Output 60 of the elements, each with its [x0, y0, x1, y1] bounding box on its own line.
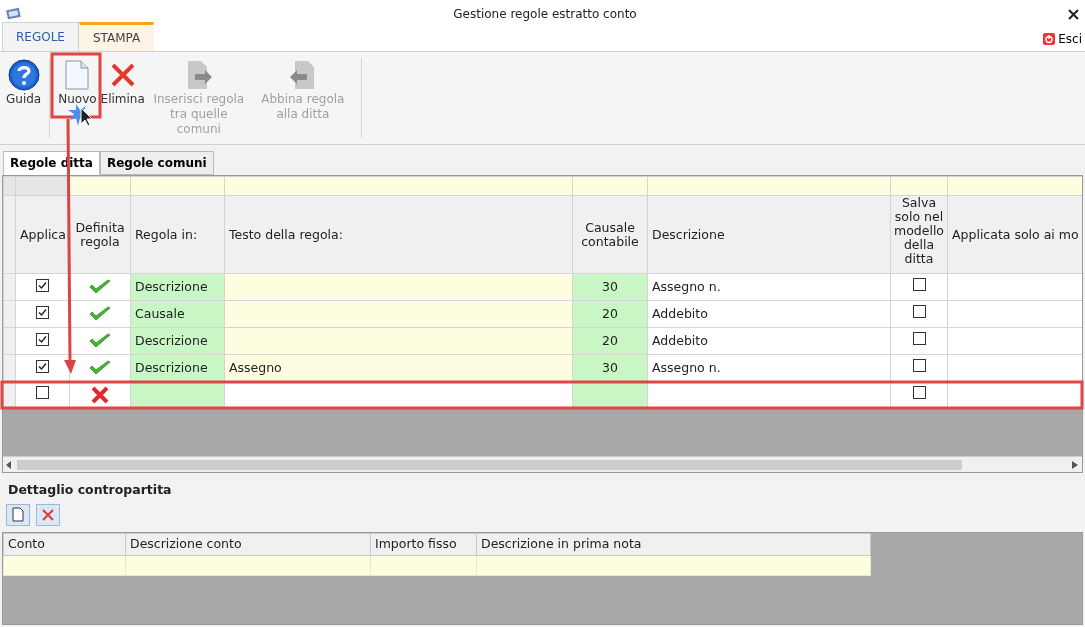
highlight-box [50, 52, 102, 119]
exit-icon [1043, 33, 1056, 45]
column-header[interactable]: Regola in: [130, 195, 225, 274]
column-header[interactable]: Descrizione [647, 195, 891, 274]
checkbox[interactable] [36, 305, 49, 319]
help-button[interactable]: Guida [4, 58, 44, 138]
cursor-icon [68, 104, 93, 127]
table-cell: 30 [572, 354, 648, 382]
table-cell: Descrizione [130, 273, 225, 301]
table-cell: 30 [572, 273, 648, 301]
checkbox[interactable] [36, 359, 49, 373]
document-arrow-icon [288, 60, 317, 90]
column-header[interactable]: Conto [3, 533, 126, 555]
column-header[interactable]: Importo fisso [370, 533, 477, 555]
checkbox[interactable] [36, 385, 49, 399]
scroll-right-icon[interactable] [1072, 461, 1078, 469]
checkbox[interactable] [36, 278, 49, 292]
column-header[interactable]: Testo della regola: [224, 195, 573, 274]
document-icon [65, 60, 90, 90]
new-button[interactable]: Nuovo [56, 58, 99, 138]
checkbox[interactable] [912, 331, 926, 345]
ribbon-tab[interactable]: REGOLE [2, 22, 79, 51]
window-title: Gestione regole estratto conto [453, 6, 637, 23]
table-cell: Addebito [647, 327, 891, 355]
checkbox[interactable] [912, 385, 926, 399]
scroll-left-icon[interactable] [6, 461, 12, 469]
checkbox[interactable] [912, 277, 926, 291]
table-cell: Descrizione [130, 354, 225, 382]
grid-tab[interactable]: Regole comuni [99, 151, 214, 175]
ribbon-tab[interactable]: STAMPA [78, 22, 155, 51]
horizontal-scrollbar[interactable] [3, 456, 1082, 472]
table-cell: Addebito [647, 300, 891, 328]
checkbox[interactable] [912, 358, 926, 372]
close-icon[interactable] [1068, 8, 1079, 20]
help-icon [7, 59, 40, 91]
column-header[interactable]: Causale contabile [572, 195, 648, 274]
table-cell: Descrizione [130, 327, 225, 355]
table-cell: 20 [572, 300, 648, 328]
delete-button[interactable]: Elimina [98, 58, 147, 138]
column-header[interactable]: Definita regola [69, 195, 131, 274]
document-icon [12, 507, 24, 523]
table-cell: Assegno n. [647, 273, 891, 301]
new-button[interactable] [6, 503, 30, 526]
section-title: Dettaglio contropartita [7, 481, 173, 499]
delete-button[interactable] [36, 503, 60, 526]
column-header[interactable]: Descrizione conto [125, 533, 371, 555]
table-cell: 20 [572, 327, 648, 355]
column-header[interactable]: Descrizione in prima nota [476, 533, 871, 555]
delete-icon [42, 508, 54, 521]
checkbox[interactable] [912, 304, 926, 318]
app-icon [6, 7, 22, 21]
table-cell: Causale [130, 300, 225, 328]
checkbox[interactable] [36, 332, 49, 346]
table-cell: Assegno [224, 354, 573, 382]
delete-icon [109, 62, 136, 88]
column-header[interactable]: Applicata solo ai mo [947, 195, 1082, 274]
table-cell: Assegno n. [647, 354, 891, 382]
column-header[interactable]: Salva solo nel modello della ditta [890, 195, 948, 274]
exit-button[interactable]: Esci [1043, 30, 1082, 48]
column-header[interactable]: Applica [15, 195, 70, 274]
